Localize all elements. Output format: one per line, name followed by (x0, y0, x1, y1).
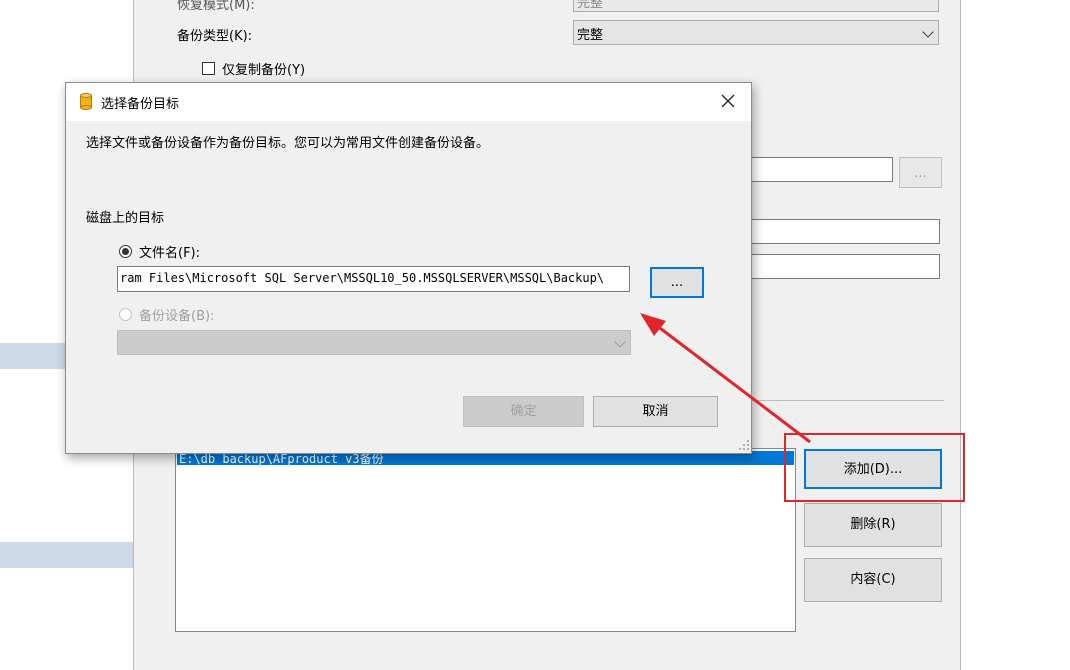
annotation-arrow (640, 313, 811, 444)
